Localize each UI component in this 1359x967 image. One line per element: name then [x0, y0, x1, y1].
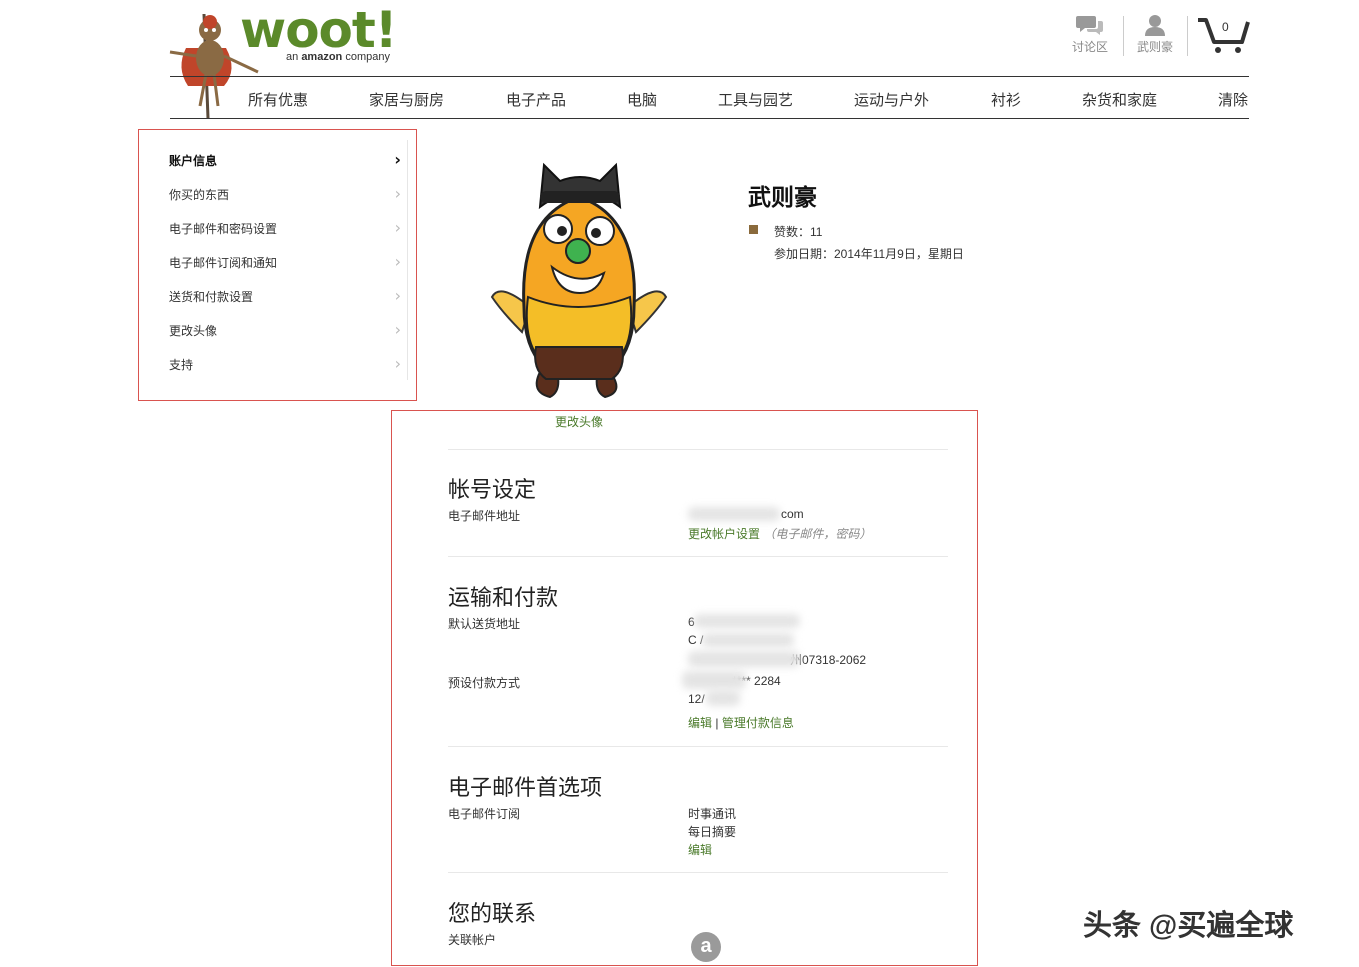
address-line: 州07318-2062: [790, 653, 867, 667]
redacted-address: [688, 651, 800, 667]
subscription-item: 时事通讯: [688, 807, 737, 821]
redacted-address: [694, 614, 800, 628]
email-subscriptions-label: 电子邮件订阅: [448, 807, 521, 821]
email-preferences-title: 电子邮件首选项: [448, 775, 603, 800]
cart-count: 0: [1222, 20, 1229, 34]
nav-item-electronics[interactable]: 电子产品: [506, 89, 566, 110]
sidebar-item-label: 更改头像: [169, 324, 218, 338]
nav-item-computers[interactable]: 电脑: [627, 89, 657, 110]
nav-item-grocery-household[interactable]: 杂货和家庭: [1082, 89, 1157, 110]
chevron-right-icon: ›: [394, 150, 401, 169]
redacted-address: [702, 633, 794, 647]
sidebar-divider: [407, 140, 408, 380]
section-divider: [448, 746, 948, 747]
forum-link[interactable]: 讨论区: [1068, 14, 1112, 55]
user-label: 武则豪: [1136, 40, 1173, 54]
sidebar-item-label: 送货和付款设置: [169, 290, 254, 304]
sidebar-item-label: 你买的东西: [169, 188, 230, 202]
sidebar-item-purchases[interactable]: 你买的东西 ›: [169, 184, 401, 204]
link-separator: |: [715, 716, 719, 730]
thumbs-icon: [749, 225, 758, 234]
account-settings-title: 帐号设定: [448, 477, 537, 502]
sidebar-item-change-avatar[interactable]: 更改头像 ›: [169, 320, 401, 340]
chevron-right-icon: ›: [394, 252, 401, 271]
linked-accounts-label: 关联帐户: [448, 933, 497, 947]
sidebar-item-label: 电子邮件订阅和通知: [169, 256, 278, 270]
nav-top-border: [170, 76, 1249, 77]
default-address-label: 默认送货地址: [448, 617, 521, 631]
profile-name: 武则豪: [748, 184, 817, 210]
thumbs-count: 赞数：11: [774, 225, 823, 239]
sidebar-item-support[interactable]: 支持 ›: [169, 354, 401, 374]
section-divider: [448, 872, 948, 873]
section-divider: [448, 449, 948, 450]
chat-bubbles-icon: [1076, 16, 1103, 35]
woot-logo-text[interactable]: woot!: [240, 2, 398, 58]
header-divider: [1187, 16, 1188, 56]
chevron-right-icon: ›: [394, 354, 401, 373]
your-connections-title: 您的联系: [448, 901, 537, 926]
sidebar-item-label: 支持: [169, 358, 194, 372]
nav-item-tools-garden[interactable]: 工具与园艺: [718, 89, 793, 110]
cart-button[interactable]: 0: [1196, 14, 1252, 58]
redacted-email: [688, 507, 780, 521]
logo-tagline: an amazon company: [286, 51, 390, 63]
change-settings-note: （电子邮件，密码）: [763, 527, 872, 541]
manage-payment-link[interactable]: 管理付款信息: [722, 716, 794, 730]
account-settings-panel: 更改头像 帐号设定 电子邮件地址 com 更改帐户设置 （电子邮件，密码） 运输…: [391, 410, 978, 966]
sidebar-item-subscriptions[interactable]: 电子邮件订阅和通知 ›: [169, 252, 401, 272]
header-divider: [1123, 16, 1124, 56]
user-account-link[interactable]: 武则豪: [1133, 14, 1177, 55]
nav-bottom-border: [170, 118, 1249, 119]
join-date: 参加日期：2014年11月9日，星期日: [774, 247, 964, 261]
email-value: com: [781, 507, 804, 521]
nav-item-home-kitchen[interactable]: 家居与厨房: [369, 89, 444, 110]
watermark: 头条 @买遍全球: [1083, 910, 1294, 942]
redacted-payment: [706, 690, 740, 706]
subscription-item: 每日摘要: [688, 825, 737, 839]
chevron-right-icon: ›: [394, 286, 401, 305]
account-sidebar: 账户信息 › 你买的东西 › 电子邮件和密码设置 › 电子邮件订阅和通知 › 送…: [138, 129, 417, 401]
email-label: 电子邮件地址: [448, 509, 521, 523]
forum-label: 讨论区: [1071, 40, 1108, 54]
tagline-brand: amazon: [301, 51, 343, 63]
sidebar-item-label: 电子邮件和密码设置: [169, 222, 278, 236]
sidebar-item-account-info[interactable]: 账户信息 ›: [169, 150, 401, 170]
chevron-right-icon: ›: [394, 320, 401, 339]
change-settings-row: 更改帐户设置 （电子邮件，密码）: [688, 525, 871, 542]
payment-method-label: 预设付款方式: [448, 676, 521, 690]
sidebar-item-shipping-payment[interactable]: 送货和付款设置 ›: [169, 286, 401, 306]
chevron-right-icon: ›: [394, 218, 401, 237]
tagline-suffix: company: [345, 51, 390, 63]
profile-avatar: [490, 157, 668, 402]
edit-subscriptions-link[interactable]: 编辑: [688, 841, 712, 858]
nav-item-shirts[interactable]: 衬衫: [991, 89, 1021, 110]
nav-item-all-deals[interactable]: 所有优惠: [248, 89, 308, 110]
payment-expiry: 12/: [688, 692, 705, 706]
shipping-payment-title: 运输和付款: [448, 585, 559, 610]
nav-item-clearance[interactable]: 清除: [1218, 89, 1248, 110]
nav-item-sports-outdoors[interactable]: 运动与户外: [854, 89, 929, 110]
change-account-settings-link[interactable]: 更改帐户设置: [688, 527, 760, 541]
chevron-right-icon: ›: [394, 184, 401, 203]
edit-payment-link[interactable]: 编辑: [688, 716, 712, 730]
change-avatar-link[interactable]: 更改头像: [555, 413, 603, 430]
section-divider: [448, 556, 948, 557]
user-icon: [1145, 15, 1165, 36]
sidebar-item-label: 账户信息: [169, 154, 218, 168]
sidebar-item-email-password[interactable]: 电子邮件和密码设置 ›: [169, 218, 401, 238]
redacted-payment: [682, 671, 746, 689]
payment-links-row: 编辑 | 管理付款信息: [688, 714, 794, 731]
amazon-icon[interactable]: a: [691, 932, 721, 962]
tagline-prefix: an: [286, 51, 299, 63]
